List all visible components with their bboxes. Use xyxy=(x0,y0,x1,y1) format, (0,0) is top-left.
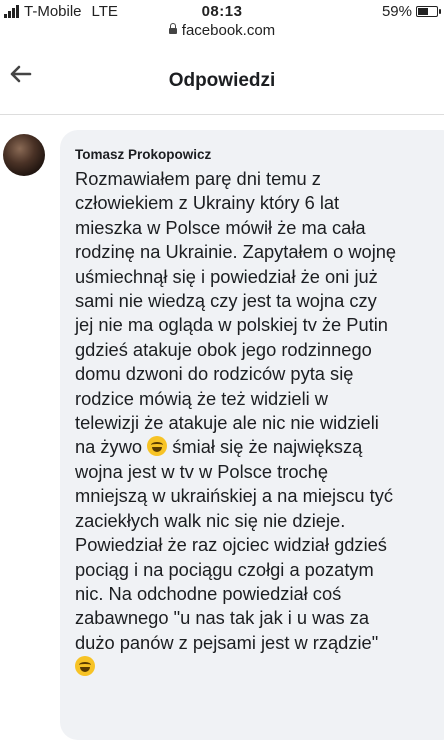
battery-icon xyxy=(416,6,441,17)
clock: 08:13 xyxy=(201,3,243,20)
comment-line: nic. Na odchodne powiedział coś xyxy=(75,582,342,604)
avatar[interactable] xyxy=(3,134,45,176)
comment-line: telewizji że atakuje ale nic nie widziel… xyxy=(75,412,379,434)
comment-line: rodzinę na Ukrainie. Zapytałem o wojnę xyxy=(75,241,397,263)
page-header: Odpowiedzi xyxy=(0,46,444,115)
comment-line: jej nie ma ogląda w polskiej tv że Putin xyxy=(75,314,388,336)
comment-line: dużo panów z pejsami jest w rządzie" xyxy=(75,631,379,653)
comment-line-part: na żywo xyxy=(75,436,143,458)
comment-line: uśmiechnął się i powiedział że oni już xyxy=(75,265,378,287)
comment-line: sami nie wiedzą czy jest ta wojna czy xyxy=(75,290,377,312)
status-bar: T-Mobile LTE 08:13 59% xyxy=(0,0,444,22)
comment-line: mieszka w Polsce mówił że ma cała xyxy=(75,216,366,238)
comment-line: domu dzwoni do rodziców pyta się xyxy=(75,363,354,385)
comment-line: pociąg i na pociągu czołgi a pozatym xyxy=(75,558,374,580)
comment-line: wojna jest w tv w Polsce trochę xyxy=(75,460,328,482)
url-text: facebook.com xyxy=(181,22,276,39)
comment-line: człowiekiem z Ukrainy który 6 lat xyxy=(75,192,340,214)
comment-line-part: śmiał się że największą xyxy=(172,436,363,458)
comment-line: mniejszą w ukraińskiej a na miejscu tyć xyxy=(75,485,394,507)
laughing-emoji-icon xyxy=(75,656,95,677)
comment-text: Rozmawiałem parę dni temu z człowiekiem … xyxy=(75,167,444,680)
comment-line: zaciekłych walk nic się nie dzieje. xyxy=(75,509,346,531)
comment-line: rodzice mówią że też widzieli w xyxy=(75,387,328,409)
url-bar[interactable]: facebook.com xyxy=(0,22,444,39)
comment-line: gdzieś atakuje obok jego rodzinnego xyxy=(75,338,372,360)
comment-line: na żywo śmiał się że największą xyxy=(75,435,444,459)
comment-author[interactable]: Tomasz Prokopowicz xyxy=(75,147,211,162)
lock-icon xyxy=(168,23,177,34)
comment-line xyxy=(75,655,444,679)
battery-percent: 59% xyxy=(381,3,412,20)
laughing-emoji-icon xyxy=(147,436,168,457)
page-title: Odpowiedzi xyxy=(168,70,276,91)
comment-line: Rozmawiałem parę dni temu z xyxy=(75,168,321,189)
comment-line: zabawnego "u nas tak jak i u was za xyxy=(75,607,370,629)
comment-line: Powiedział że raz ojciec widział gdzieś xyxy=(75,534,387,556)
